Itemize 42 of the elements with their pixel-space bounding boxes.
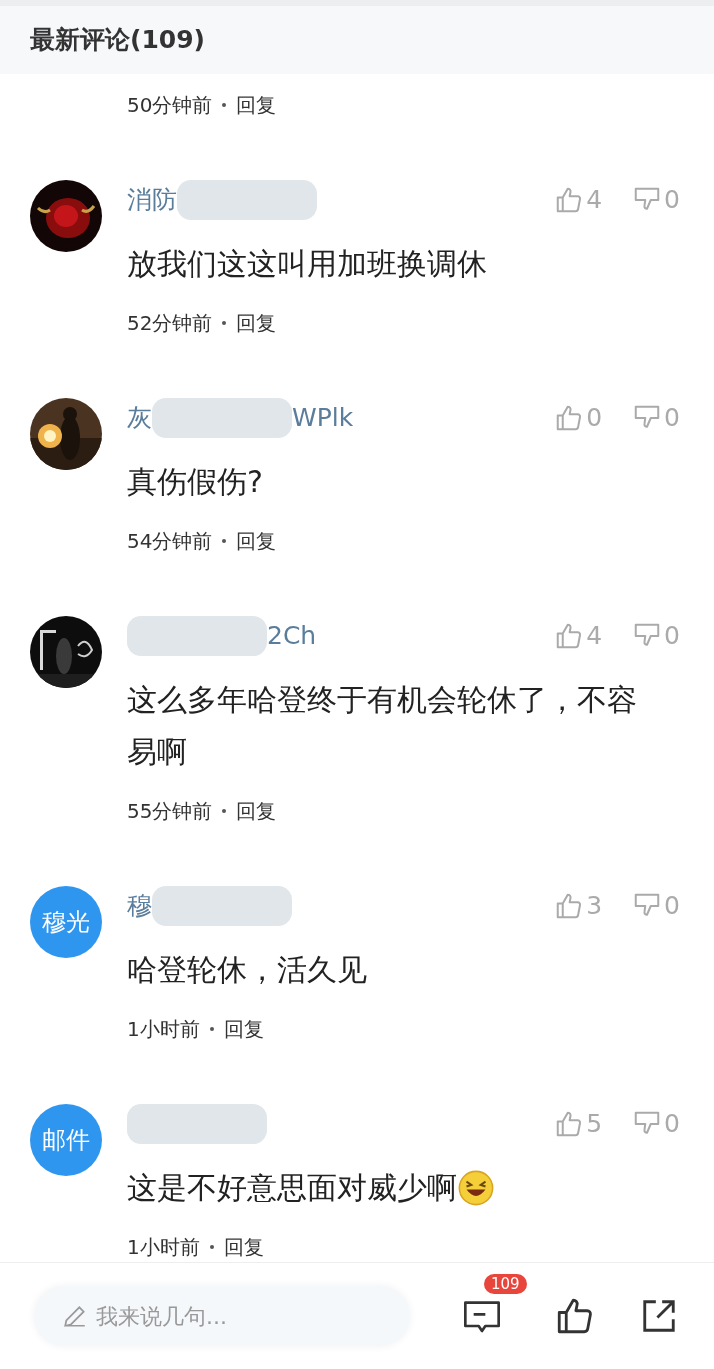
dislike-button[interactable]: 0 (632, 181, 680, 219)
user-name[interactable]: 消防 (127, 181, 177, 219)
comment-text: 真伤假伤? (127, 463, 263, 501)
share-icon (640, 1297, 678, 1335)
comment-time: 52分钟前 (127, 310, 213, 337)
like-button[interactable]: 4 (554, 617, 603, 655)
avatar: 邮件 (30, 1104, 102, 1176)
laughing-emoji-icon (457, 1169, 495, 1207)
user-name[interactable]: WPlk (292, 399, 354, 437)
section-title: 最新评论(109) (30, 24, 206, 57)
like-button[interactable]: 3 (554, 887, 603, 925)
reply-link[interactable]: 回复 (223, 1232, 264, 1262)
like-button[interactable]: 4 (554, 181, 603, 219)
reply-link[interactable]: 回复 (236, 526, 277, 556)
reply-link[interactable]: 回复 (236, 90, 277, 120)
dislike-button[interactable]: 0 (632, 617, 680, 655)
comment-time: 54分钟前 (127, 528, 213, 555)
comment-text: 放我们这这叫用加班换调休 (127, 245, 487, 283)
comment-time: 50分钟前 (127, 92, 213, 119)
comment-text: 这么多年哈登终于有机会轮休了，不容易啊 (127, 681, 638, 771)
avatar: 穆光 (30, 886, 102, 958)
reply-link[interactable]: 回复 (236, 308, 277, 338)
comment-text: 哈登轮休，活久见 (127, 951, 367, 989)
pencil-icon (62, 1303, 88, 1329)
share-button[interactable] (640, 1297, 678, 1335)
reply-link[interactable]: 回复 (236, 796, 277, 826)
comment-time: 1小时前 (127, 1016, 200, 1043)
dislike-button[interactable]: 0 (632, 887, 680, 925)
user-name[interactable]: 灰 (127, 399, 152, 437)
user-name[interactable]: 穆 (127, 887, 152, 925)
like-button[interactable]: 5 (554, 1105, 603, 1143)
count-badge: 109 (484, 1274, 527, 1294)
comment-time: 1小时前 (127, 1234, 200, 1261)
user-name[interactable]: 2Ch (267, 617, 317, 655)
comment-input[interactable]: 我来说几句... (34, 1286, 410, 1346)
comment-time: 55分钟前 (127, 798, 213, 825)
like-button[interactable]: 0 (554, 399, 603, 437)
dislike-button[interactable]: 0 (632, 1105, 680, 1143)
reply-link[interactable]: 回复 (223, 1014, 264, 1044)
dislike-button[interactable]: 0 (632, 399, 680, 437)
comment-text: 这是不好意思面对威少啊 (127, 1169, 457, 1207)
input-placeholder: 我来说几句... (96, 1302, 227, 1331)
